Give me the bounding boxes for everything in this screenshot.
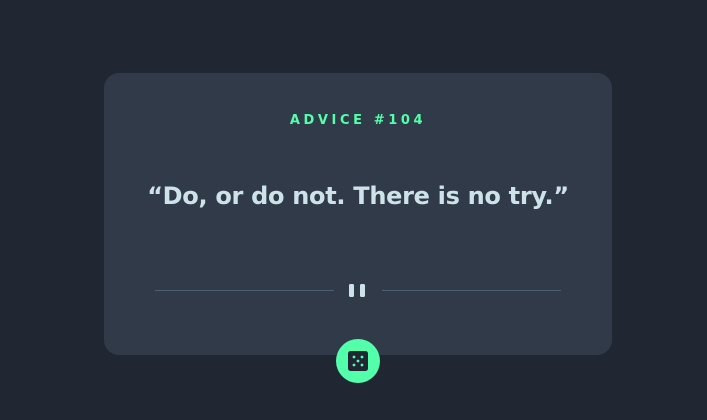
pause-bar-right — [360, 284, 365, 297]
dice-icon — [348, 351, 368, 371]
generate-advice-button[interactable] — [336, 339, 380, 383]
pause-icon — [349, 284, 369, 297]
advice-id: ADVICE #104 — [289, 113, 427, 128]
divider-line-left — [155, 290, 334, 291]
advice-quote: “Do, or do not. There is no try.” — [147, 182, 569, 210]
pause-bar-left — [349, 284, 354, 297]
pattern-divider — [155, 282, 561, 298]
divider-line-right — [382, 290, 561, 291]
advice-card: ADVICE #104 “Do, or do not. There is no … — [104, 73, 612, 355]
